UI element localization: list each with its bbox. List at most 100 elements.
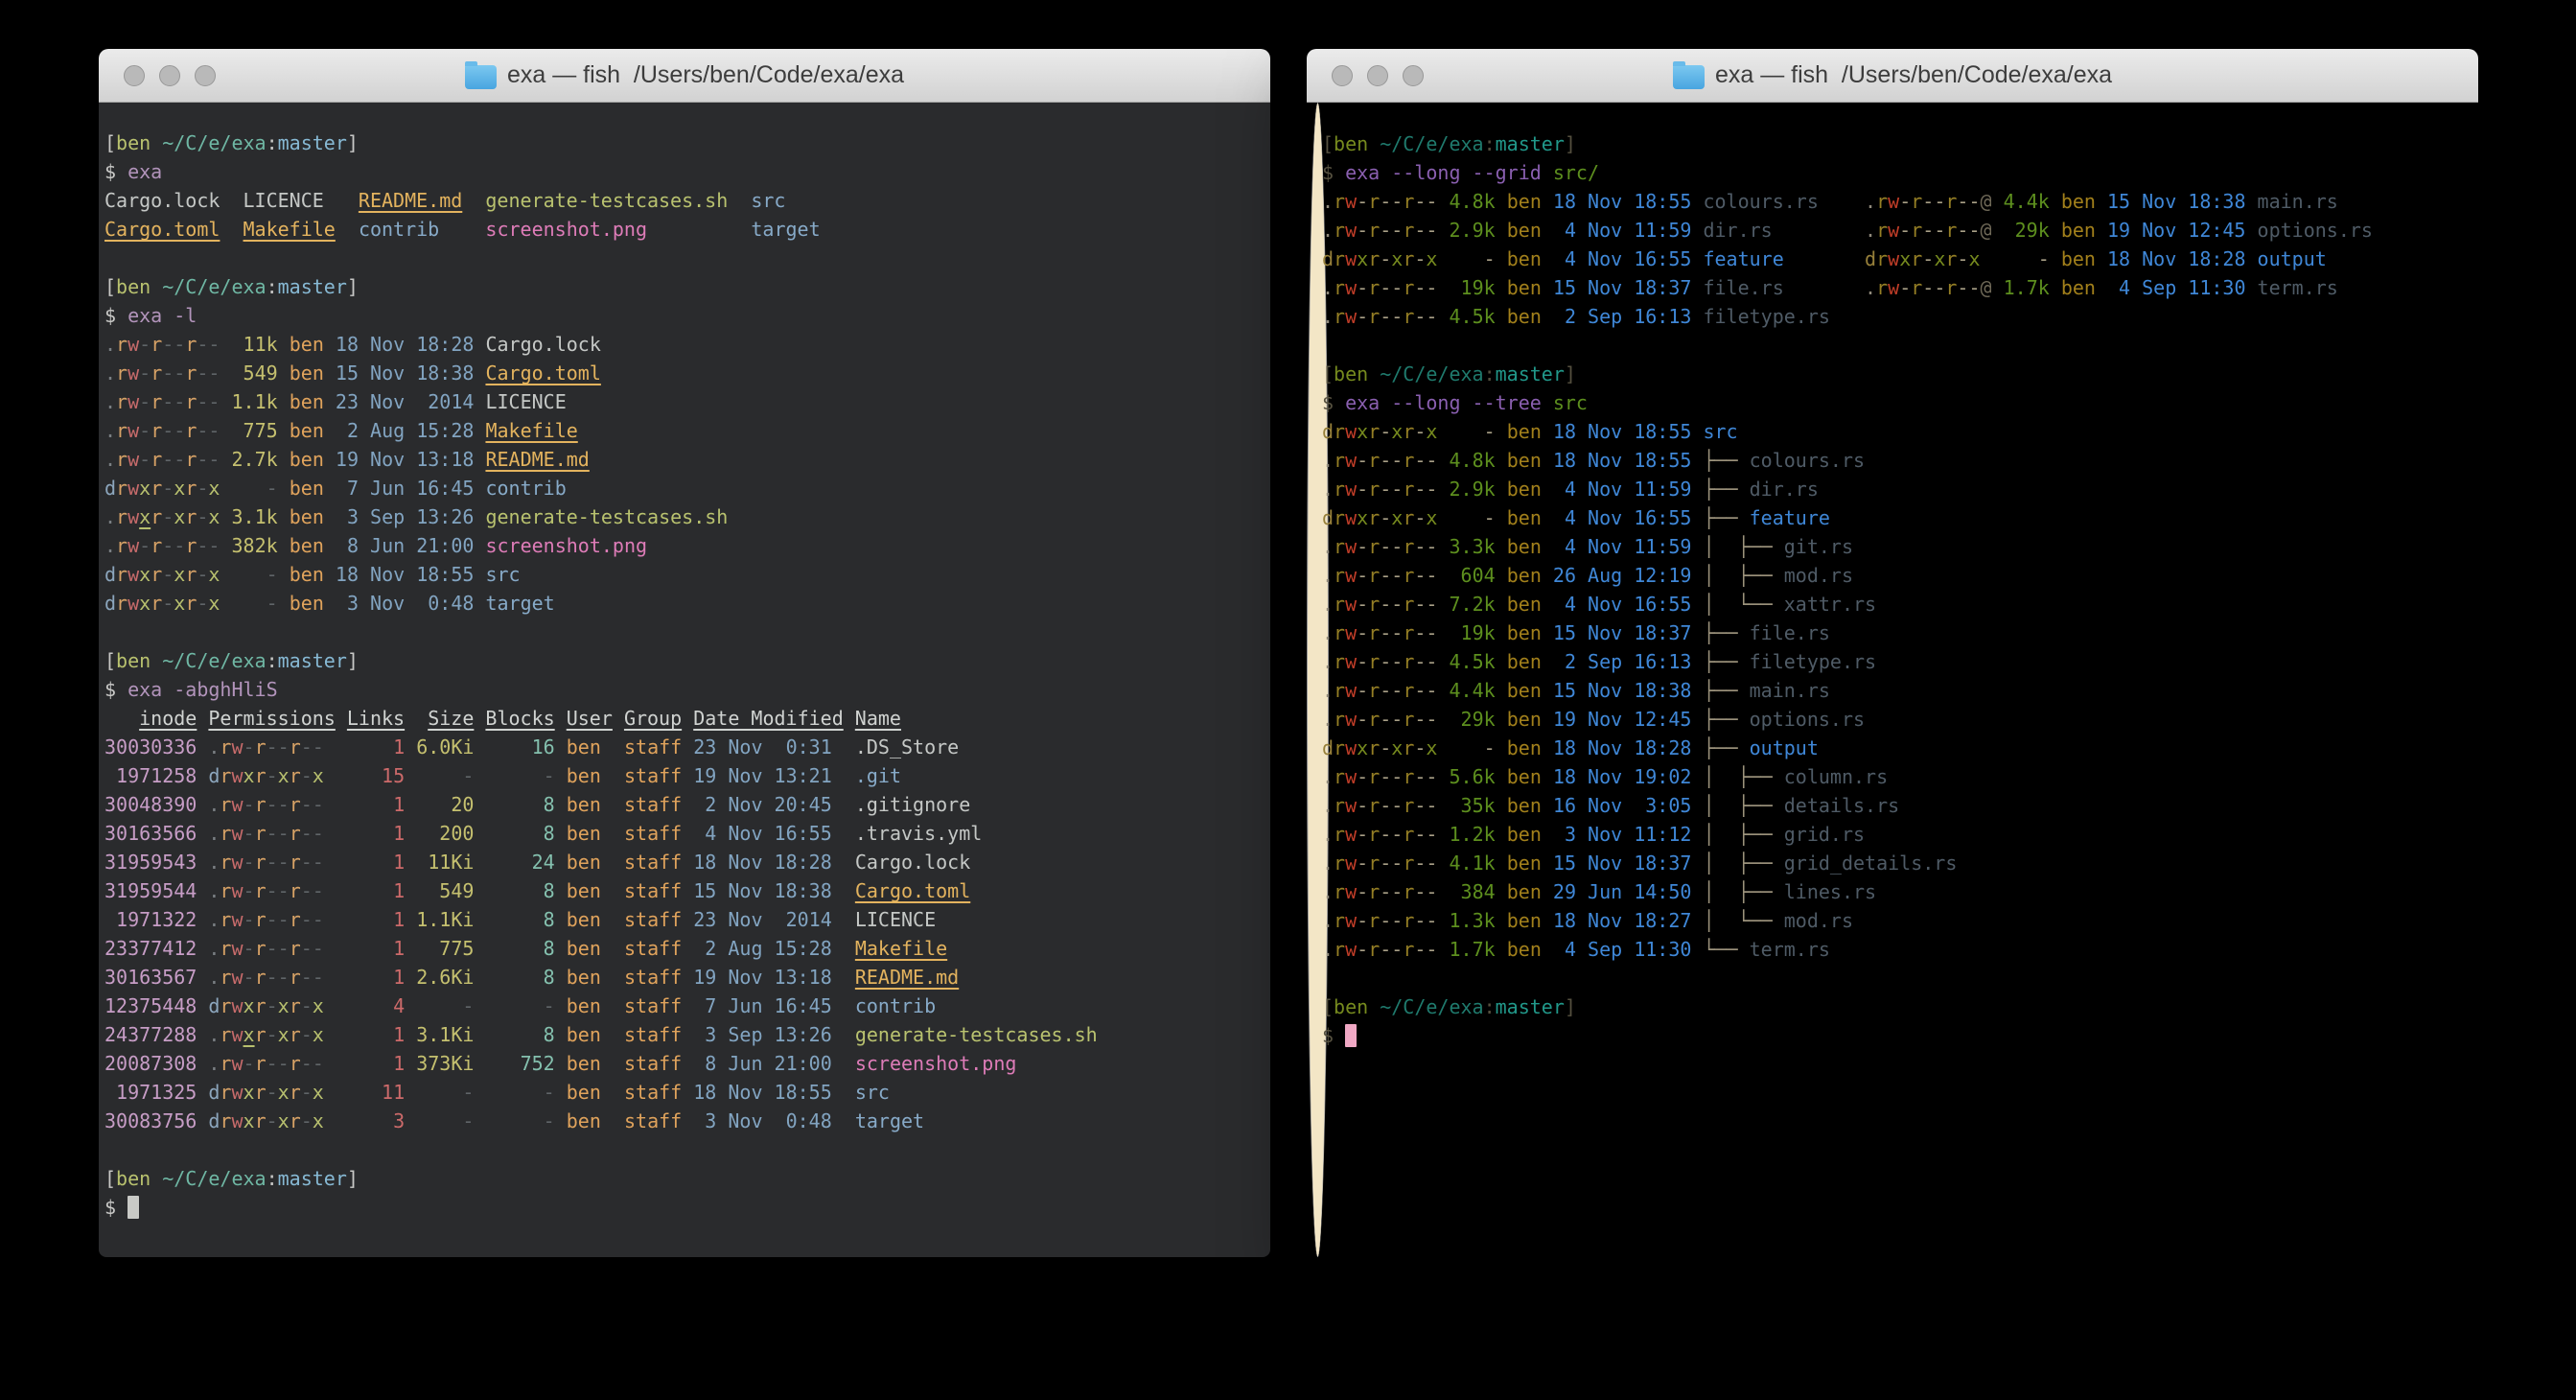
terminal-text: staff [624, 851, 682, 874]
permission-char: r [151, 362, 162, 385]
permission-char: - [1426, 852, 1437, 875]
terminal-line [104, 618, 1265, 646]
permission-char: - [162, 448, 174, 471]
permission-char: r [1403, 708, 1414, 731]
terminal-text [1496, 909, 1507, 932]
permission-char: - [244, 822, 255, 845]
permission-char: r [290, 793, 301, 816]
permission-char: . [1865, 219, 1876, 242]
terminal-text: staff [624, 908, 682, 931]
permission-char: r [1368, 909, 1380, 932]
terminal-text: - [485, 1109, 554, 1132]
permission-char: r [1945, 276, 1957, 299]
permission-char: r [220, 879, 231, 902]
permission-char: - [301, 937, 313, 960]
permission-char: - [197, 419, 208, 442]
terminal-text [1437, 247, 1449, 270]
permission-char: - [162, 563, 174, 586]
terminal-text: 4.4k [2004, 190, 2050, 213]
permission-char: . [208, 879, 220, 902]
minimize-button[interactable] [1367, 65, 1388, 86]
terminal-text: $ [1322, 391, 1345, 414]
terminal-text: 19 Nov 13:18 [336, 448, 475, 471]
zoom-button[interactable] [195, 65, 216, 86]
terminal-text [278, 592, 290, 615]
terminal-text: ben [567, 937, 601, 960]
terminal-content-right[interactable]: [ben ~/C/e/exa:master]$ exa --long --gri… [1307, 103, 1329, 1257]
titlebar-left[interactable]: exa — fish /Users/ben/Code/exa/exa [99, 49, 1270, 103]
terminal-text: ben [1507, 276, 1542, 299]
terminal-text: $ [1322, 1024, 1345, 1047]
terminal-text: ben [1507, 794, 1542, 817]
permission-char: w [1345, 765, 1357, 788]
terminal-text: - [485, 764, 554, 787]
terminal-content-left[interactable]: [ben ~/C/e/exa:master]$ exaCargo.lock LI… [99, 103, 1270, 1257]
permission-char: r [1334, 679, 1345, 702]
window-controls [1332, 49, 1424, 102]
terminal-text [220, 333, 231, 356]
terminal-text: 1.1k [232, 390, 278, 413]
terminal-text [151, 275, 162, 298]
permission-char: d [1322, 506, 1334, 529]
terminal-text [1691, 938, 1703, 961]
permission-char: . [1322, 765, 1334, 788]
terminal-text: 4.8k [1450, 190, 1496, 213]
terminal-text: 4 Nov 16:55 [1553, 506, 1692, 529]
permission-char: - [197, 592, 208, 615]
terminal-text: - [232, 563, 278, 586]
terminal-text: [ [1322, 132, 1334, 155]
terminal-text: User [567, 707, 613, 730]
permission-char: - [1380, 880, 1391, 903]
terminal-text [613, 707, 624, 730]
permission-char: - [1426, 880, 1437, 903]
permission-char: x [139, 505, 151, 528]
terminal-text [1691, 593, 1703, 616]
permission-char: - [1380, 765, 1391, 788]
terminal-text [682, 822, 693, 845]
terminal-text [1542, 305, 1553, 328]
terminal-text [1542, 794, 1553, 817]
permission-char: w [231, 966, 243, 989]
permission-char: w [1345, 650, 1357, 673]
terminal-text [1992, 190, 2004, 213]
terminal-text [2096, 190, 2107, 213]
close-button[interactable] [124, 65, 145, 86]
terminal-text: [ [104, 649, 116, 672]
terminal-text: ├── [1703, 449, 1749, 472]
terminal-text: 19 Nov 12:45 [1553, 708, 1692, 731]
terminal-text [1496, 247, 1507, 270]
terminal-text [1691, 219, 1703, 242]
terminal-text [474, 851, 485, 874]
terminal-line: 30083756 drwxr-xr-x 3 - - ben staff 3 No… [104, 1107, 1265, 1135]
terminal-text: screenshot.png [485, 218, 647, 241]
permission-char: w [1345, 593, 1357, 616]
terminal-text: ben [1507, 219, 1542, 242]
terminal-text: staff [624, 937, 682, 960]
terminal-text: 1 [347, 908, 405, 931]
terminal-text [151, 1167, 162, 1190]
permission-char: r [255, 764, 267, 787]
terminal-text: staff [624, 994, 682, 1017]
permission-char: - [197, 390, 208, 413]
close-button[interactable] [1332, 65, 1353, 86]
permission-char: r [1403, 679, 1414, 702]
permission-char: d [1322, 420, 1334, 443]
terminal-line: .rw-r--r-- 2.7k ben 19 Nov 13:18 README.… [104, 445, 1265, 474]
permission-char: - [301, 994, 313, 1017]
terminal-text: ben [1507, 593, 1542, 616]
terminal-text [1496, 679, 1507, 702]
titlebar-right[interactable]: exa — fish /Users/ben/Code/exa/exa [1307, 49, 2478, 103]
permission-char: - [301, 735, 313, 758]
terminal-text: 8 [485, 966, 554, 989]
terminal-text [197, 822, 208, 845]
permission-char: r [1403, 305, 1414, 328]
permission-char: - [244, 937, 255, 960]
zoom-button[interactable] [1403, 65, 1424, 86]
terminal-text [197, 793, 208, 816]
permission-char: r [220, 1081, 231, 1104]
minimize-button[interactable] [159, 65, 180, 86]
terminal-text [1437, 708, 1449, 731]
terminal-text [555, 1023, 567, 1046]
permission-char: r [116, 419, 128, 442]
permission-char: x [313, 1081, 324, 1104]
